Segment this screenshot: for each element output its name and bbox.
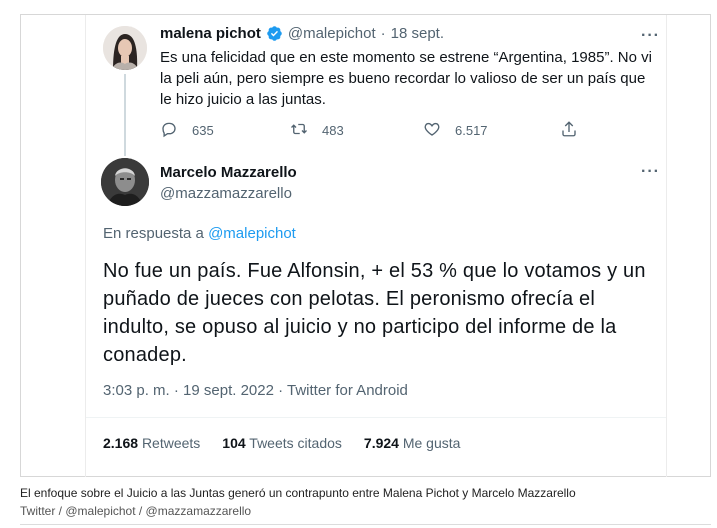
- retweets-label: Retweets: [141, 435, 201, 451]
- author-name[interactable]: malena pichot: [160, 25, 261, 42]
- avatar-marcelo[interactable]: [101, 158, 149, 206]
- image-caption: El enfoque sobre el Juicio a las Juntas …: [20, 486, 576, 500]
- likes-label: Me gusta: [402, 435, 461, 451]
- reply-handle-link[interactable]: @malepichot: [208, 225, 296, 242]
- retweet-count: 483: [322, 123, 344, 138]
- likes-count: 7.924: [363, 435, 399, 451]
- likes-stat[interactable]: 7.924 Me gusta: [364, 435, 461, 451]
- share-icon: [560, 120, 578, 141]
- reply-prefix: En respuesta a: [103, 225, 204, 242]
- like-count: 6.517: [455, 123, 488, 138]
- reply-context: En respuesta a @malepichot: [103, 225, 296, 242]
- quotes-label: Tweets citados: [249, 435, 342, 451]
- thread-connector-line: [124, 74, 126, 156]
- retweets-count: 2.168: [103, 435, 139, 451]
- tweet-date[interactable]: 18 sept.: [391, 25, 444, 42]
- reply-count: 635: [192, 123, 214, 138]
- image-credit: Twitter / @malepichot / @mazzamazzarello: [20, 504, 252, 518]
- tweet-timestamp[interactable]: 3:03 p. m. · 19 sept. 2022 · Twitter for…: [103, 382, 408, 399]
- reply-action[interactable]: 635: [160, 120, 214, 141]
- more-icon[interactable]: ···: [641, 27, 660, 45]
- author-handle[interactable]: @malepichot: [288, 25, 376, 42]
- like-icon: [423, 120, 441, 141]
- tweet1-text: Es una felicidad que en este momento se …: [160, 49, 652, 108]
- quotes-count: 104: [222, 435, 246, 451]
- retweets-stat[interactable]: 2.168 Retweets: [103, 435, 200, 451]
- tweet1-header: malena pichot @malepichot · 18 sept.: [160, 25, 444, 42]
- verified-badge-icon: [266, 25, 283, 42]
- like-action[interactable]: 6.517: [423, 120, 488, 141]
- divider: [86, 417, 666, 418]
- caption-divider: [20, 524, 711, 525]
- separator-dot: ·: [380, 25, 386, 42]
- more-icon[interactable]: ···: [641, 163, 660, 181]
- quotes-stat[interactable]: 104 Tweets citados: [222, 435, 342, 451]
- author-handle[interactable]: @mazzamazzarello: [160, 185, 292, 202]
- retweet-icon: [290, 120, 308, 141]
- share-action[interactable]: [560, 120, 578, 141]
- reply-icon: [160, 120, 178, 141]
- tweet2-text: No fue un país. Fue Alfonsin, + el 53 % …: [103, 260, 646, 366]
- author-name[interactable]: Marcelo Mazzarello: [160, 164, 297, 181]
- avatar-malena[interactable]: [103, 26, 147, 70]
- tweet-stats: 2.168 Retweets 104 Tweets citados 7.924 …: [103, 435, 460, 451]
- retweet-action[interactable]: 483: [290, 120, 344, 141]
